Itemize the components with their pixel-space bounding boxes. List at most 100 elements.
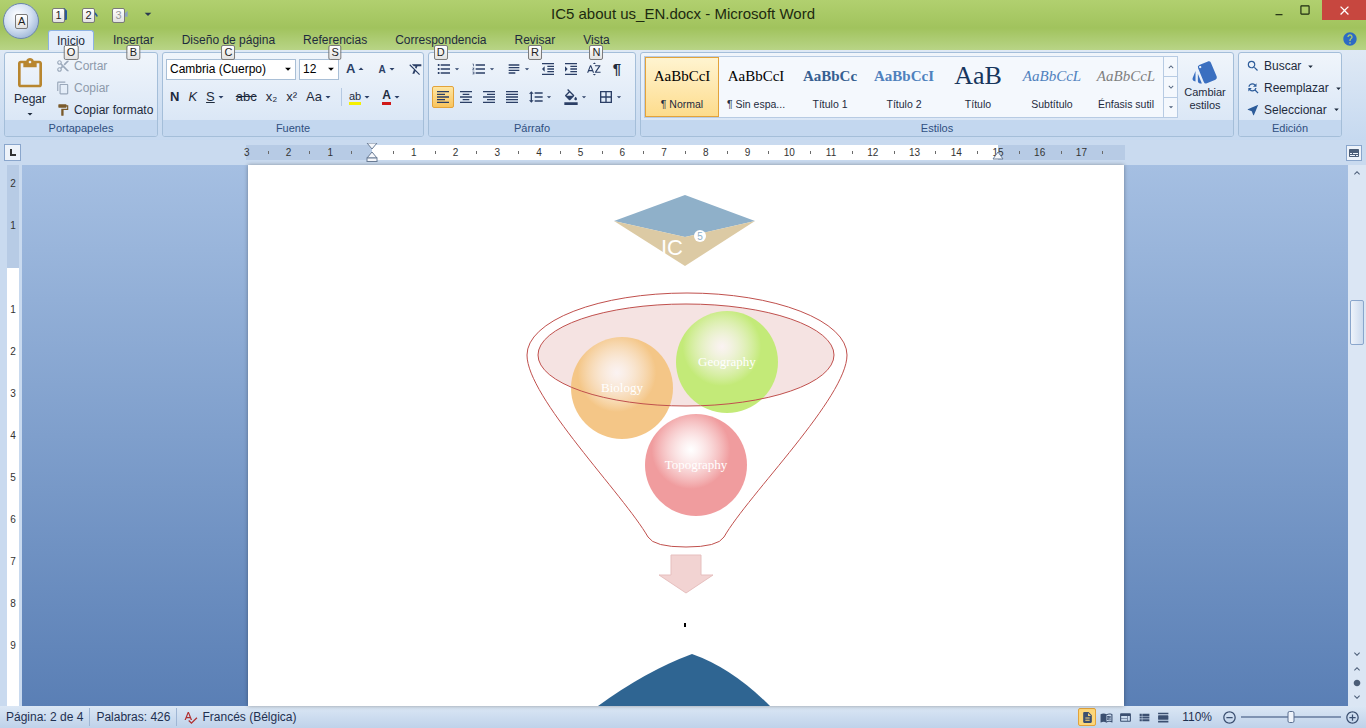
bullets-icon	[436, 61, 452, 77]
dropdown-icon	[522, 64, 532, 74]
view-button[interactable]	[1135, 708, 1153, 726]
ribbon-tab[interactable]: ReferenciasS	[294, 30, 376, 50]
editing-item[interactable]: Buscar	[1246, 56, 1342, 77]
dropdown-icon	[1333, 83, 1342, 94]
style-item[interactable]: AaBbCcI¶ Sin espa...	[719, 57, 793, 117]
view-ruler-button[interactable]	[1346, 145, 1362, 161]
document-page[interactable]: IC5BiologyGeographyTopography	[248, 165, 1124, 706]
left-indent-marker-icon[interactable]	[366, 143, 378, 162]
format-button[interactable]: x₂	[262, 86, 282, 108]
change-styles-button[interactable]: Cambiar estilos	[1178, 56, 1230, 120]
group-label: Portapapeles	[49, 120, 114, 137]
zoom-in-icon[interactable]	[1345, 710, 1360, 725]
align-button[interactable]	[432, 86, 454, 108]
clipboard-item[interactable]: Copiar	[56, 78, 153, 99]
undo-button[interactable]: 2	[80, 4, 102, 24]
group-label: Estilos	[921, 120, 953, 137]
browse-object-button[interactable]	[1348, 676, 1366, 690]
align-button[interactable]	[455, 86, 477, 108]
gallery-down-button[interactable]	[1164, 76, 1177, 96]
zoom-out-icon[interactable]	[1222, 710, 1237, 725]
format-button[interactable]: N	[166, 86, 183, 108]
ribbon-tab[interactable]: InsertarB	[104, 30, 163, 50]
ribbon-tab[interactable]: CorrespondenciaD	[386, 30, 495, 50]
format-button[interactable]: K	[184, 86, 201, 108]
close-button[interactable]	[1322, 0, 1366, 20]
keytip: 3	[112, 8, 125, 23]
editing-item[interactable]: Reemplazar	[1246, 78, 1342, 99]
customize-toolbar-icon[interactable]	[140, 6, 156, 22]
view-button[interactable]	[1116, 708, 1134, 726]
view-button[interactable]	[1154, 708, 1172, 726]
style-item[interactable]: AaBbCcITítulo 2	[867, 57, 941, 117]
grow-font-button[interactable]: A	[342, 58, 371, 80]
dropdown-icon	[391, 91, 403, 103]
align-button[interactable]	[501, 86, 523, 108]
previous-page-button[interactable]	[1348, 662, 1366, 676]
paste-button[interactable]: Pegar	[8, 56, 52, 120]
tab-selector[interactable]	[4, 144, 21, 161]
minimize-button[interactable]	[1266, 0, 1292, 20]
show-marks-button[interactable]: ¶	[606, 58, 628, 80]
borders-button[interactable]	[594, 86, 628, 108]
scroll-up-button[interactable]	[1348, 165, 1366, 181]
shrink-font-button[interactable]: A	[374, 58, 401, 80]
format-button[interactable]: Aa	[302, 86, 338, 108]
view-button[interactable]	[1078, 708, 1096, 726]
title-bar: A123IC5 about us_EN.docx - Microsoft Wor…	[0, 0, 1366, 28]
shading-button[interactable]	[559, 86, 593, 108]
clipboard-item[interactable]: Copiar formato	[56, 99, 153, 120]
ribbon-tab[interactable]: RevisarR	[506, 30, 565, 50]
dropdown-icon	[324, 62, 338, 76]
page-count[interactable]: Página: 2 de 4	[0, 708, 90, 726]
scroll-thumb[interactable]	[1350, 300, 1364, 345]
bullets-button[interactable]	[432, 58, 466, 80]
line-spacing-button[interactable]	[524, 86, 558, 108]
font-name-field[interactable]: Cambria (Cuerpo)	[166, 59, 296, 80]
scroll-down-button[interactable]	[1348, 646, 1366, 662]
restore-button[interactable]	[1292, 0, 1318, 20]
next-page-button[interactable]	[1348, 690, 1366, 704]
increase-indent-button[interactable]	[560, 58, 582, 80]
ribbon-tab[interactable]: Diseño de páginaC	[173, 30, 284, 50]
zoom-level[interactable]: 110%	[1182, 708, 1212, 726]
style-item[interactable]: AaBTítulo	[941, 57, 1015, 117]
sort-button[interactable]	[583, 58, 605, 80]
office-button[interactable]: A	[3, 3, 39, 39]
style-item[interactable]: AaBbCcI¶ Normal	[645, 57, 719, 117]
align-button[interactable]	[478, 86, 500, 108]
style-item[interactable]: AaBbCcLÉnfasis sutil	[1089, 57, 1163, 117]
ribbon-tab[interactable]: VistaN	[574, 30, 618, 50]
save-button[interactable]: 1	[50, 4, 72, 24]
editing-item[interactable]: Seleccionar	[1246, 99, 1342, 120]
font-color-button[interactable]: A	[378, 86, 407, 108]
ribbon-tab[interactable]: InicioO	[48, 30, 94, 50]
vertical-scrollbar[interactable]	[1348, 165, 1366, 706]
right-indent-marker-icon[interactable]	[992, 152, 1004, 160]
numbering-button[interactable]	[467, 58, 501, 80]
word-window: A123IC5 about us_EN.docx - Microsoft Wor…	[0, 0, 1366, 728]
view-button[interactable]	[1097, 708, 1115, 726]
style-item[interactable]: AaBbCcTítulo 1	[793, 57, 867, 117]
gallery-more-button[interactable]	[1164, 97, 1177, 117]
gallery-up-button[interactable]	[1164, 57, 1177, 76]
style-item[interactable]: AaBbCcLSubtítulo	[1015, 57, 1089, 117]
language[interactable]: Francés (Bélgica)	[177, 708, 302, 726]
zoom-thumb[interactable]	[1288, 711, 1295, 723]
ruler-number: 13	[907, 146, 921, 159]
ruler-number: 2	[7, 346, 19, 358]
help-button[interactable]	[1342, 31, 1358, 47]
zoom-slider[interactable]	[1241, 710, 1341, 724]
keytip: 2	[82, 8, 95, 23]
decrease-indent-button[interactable]	[537, 58, 559, 80]
multilevel-button[interactable]	[502, 58, 536, 80]
font-size-field[interactable]: 12	[299, 59, 339, 80]
word-count[interactable]: Palabras: 426	[90, 708, 177, 726]
redo-button[interactable]: 3	[110, 4, 132, 24]
format-button[interactable]: S	[202, 86, 231, 108]
format-button[interactable]: x²	[282, 86, 301, 108]
clear-format-button[interactable]	[405, 58, 424, 80]
ruler-number: 17	[1074, 146, 1088, 159]
format-button[interactable]: abc	[232, 86, 261, 108]
highlight-button[interactable]: ab	[345, 86, 377, 108]
